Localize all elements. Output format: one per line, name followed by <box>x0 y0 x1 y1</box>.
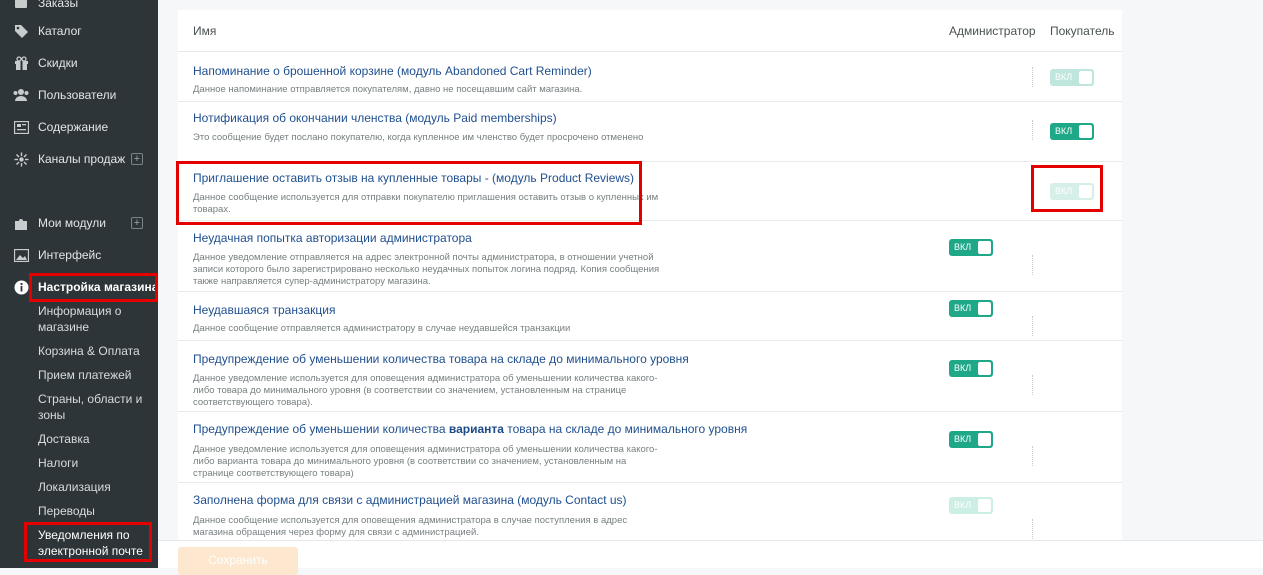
table-row: Напоминание о брошенной корзине (модуль … <box>178 53 1122 102</box>
notification-link[interactable]: Заполнена форма для связи с администраци… <box>193 493 627 507</box>
expand-plus-icon[interactable]: + <box>131 153 143 165</box>
column-divider <box>1032 316 1033 336</box>
sidebar-subitem-store-info[interactable]: Информация о магазине <box>38 303 150 335</box>
notification-link[interactable]: Напоминание о брошенной корзине (модуль … <box>193 64 592 78</box>
save-bar: Сохранить <box>158 540 1263 575</box>
notification-link[interactable]: Неудавшаяся транзакция <box>193 303 335 317</box>
notification-link[interactable]: Приглашение оставить отзыв на купленные … <box>193 171 634 185</box>
notification-description: Данное сообщение используется для отправ… <box>193 192 659 215</box>
sidebar-subitem-localization[interactable]: Локализация <box>38 479 150 495</box>
sidebar-subitem-translations[interactable]: Переводы <box>38 503 150 519</box>
sidebar-item-my-modules[interactable]: Мои модули + <box>0 212 158 234</box>
notification-link[interactable]: Предупреждение об уменьшении количества … <box>193 352 689 366</box>
notification-description: Данное сообщение отправляется администра… <box>193 323 571 334</box>
sidebar-subitem-taxes[interactable]: Налоги <box>38 455 150 471</box>
notification-description: Данное сообщение используется для оповещ… <box>193 515 628 538</box>
column-header-name: Имя <box>193 24 217 38</box>
table-row: Предупреждение об уменьшении количества … <box>178 412 1122 483</box>
table-row: Приглашение оставить отзыв на купленные … <box>178 162 1122 221</box>
orders-icon <box>13 0 29 11</box>
info-icon <box>13 279 29 295</box>
sidebar-subitem-cart-payment[interactable]: Корзина & Оплата <box>38 343 150 359</box>
notification-link[interactable]: Нотификация об окончании членства (модул… <box>193 111 557 125</box>
admin-toggle[interactable]: ВКЛ <box>949 239 993 256</box>
notification-description: Данное напоминание отправляется покупате… <box>193 84 583 95</box>
admin-toggle[interactable]: ВКЛ <box>949 497 993 514</box>
save-button[interactable]: Сохранить <box>178 547 298 575</box>
notification-description: Данное уведомление используется для опов… <box>193 373 658 408</box>
notifications-table: Имя Администратор Покупатель Напоминание… <box>178 10 1122 540</box>
column-divider <box>1032 519 1033 539</box>
sidebar-item-sales-channels[interactable]: Каналы продаж + <box>0 148 158 170</box>
sidebar-item-discounts[interactable]: Скидки <box>0 52 158 74</box>
customer-toggle[interactable]: ВКЛ <box>1050 123 1094 140</box>
sales-channels-icon <box>13 151 29 167</box>
notification-link[interactable]: Неудачная попытка авторизации администра… <box>193 231 472 245</box>
column-divider <box>1032 180 1033 200</box>
gift-icon <box>13 55 29 71</box>
table-row: Предупреждение об уменьшении количества … <box>178 341 1122 412</box>
table-row: Заполнена форма для связи с администраци… <box>178 483 1122 540</box>
admin-toggle[interactable]: ВКЛ <box>949 360 993 377</box>
column-divider <box>1032 120 1033 140</box>
image-icon <box>13 247 29 263</box>
notification-description: Данное уведомление отправляется на адрес… <box>193 252 660 287</box>
sidebar-subitem-email-notifications[interactable]: Уведомления по электронной почте <box>38 527 150 559</box>
column-divider <box>1032 67 1033 87</box>
customer-toggle[interactable]: ВКЛ <box>1050 183 1094 200</box>
sidebar-subitem-countries-zones[interactable]: Страны, области и зоны <box>38 391 150 423</box>
column-divider <box>1032 375 1033 395</box>
expand-plus-icon[interactable]: + <box>131 217 143 229</box>
admin-toggle[interactable]: ВКЛ <box>949 300 993 317</box>
sidebar-item-interface[interactable]: Интерфейс <box>0 244 158 266</box>
column-divider <box>1032 255 1033 275</box>
users-icon <box>13 87 29 103</box>
customer-toggle[interactable]: ВКЛ <box>1050 69 1094 86</box>
table-row: Неудачная попытка авторизации администра… <box>178 221 1122 292</box>
notification-description: Данное уведомление используется для опов… <box>193 444 658 479</box>
column-header-customer: Покупатель <box>1050 24 1115 38</box>
sidebar-subitem-shipping[interactable]: Доставка <box>38 431 150 447</box>
sidebar-item-users[interactable]: Пользователи <box>0 84 158 106</box>
notification-link[interactable]: Предупреждение об уменьшении количества … <box>193 422 747 436</box>
sidebar-item-store-settings[interactable]: Настройка магазина <box>0 276 158 298</box>
sidebar-item-catalog[interactable]: Каталог <box>0 20 158 42</box>
sidebar-item-content[interactable]: Содержание <box>0 116 158 138</box>
sidebar-subitem-payment-methods[interactable]: Прием платежей <box>38 367 150 383</box>
table-header: Имя Администратор Покупатель <box>178 10 1122 52</box>
notification-description: Это сообщение будет послано покупателю, … <box>193 132 644 143</box>
admin-toggle[interactable]: ВКЛ <box>949 431 993 448</box>
column-divider <box>1032 446 1033 466</box>
table-row: Нотификация об окончании членства (модул… <box>178 102 1122 162</box>
sidebar: Заказы Каталог Скидки Пользователи Содер… <box>0 0 158 568</box>
tag-icon <box>13 23 29 39</box>
puzzle-icon <box>13 215 29 231</box>
content-icon <box>13 119 29 135</box>
sidebar-item-orders[interactable]: Заказы <box>0 0 158 14</box>
column-header-admin: Администратор <box>949 24 1036 38</box>
table-row: Неудавшаяся транзакция Данное сообщение … <box>178 292 1122 341</box>
